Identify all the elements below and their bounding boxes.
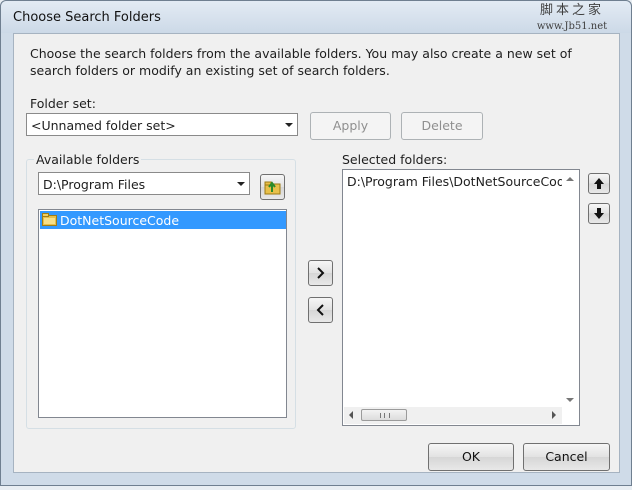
horizontal-scrollbar[interactable] — [344, 407, 562, 424]
available-path-dropdown[interactable]: D:\Program Files — [38, 172, 250, 195]
watermark-line-1: 脚本之家 — [539, 3, 604, 18]
chevron-down-icon — [237, 182, 245, 186]
vertical-scrollbar[interactable] — [562, 171, 578, 408]
folder-set-dropdown[interactable]: <Unnamed folder set> — [26, 113, 298, 136]
available-folders-label: Available folders — [34, 152, 142, 167]
delete-button[interactable]: Delete — [401, 112, 483, 140]
scroll-down-icon[interactable] — [566, 398, 574, 402]
up-one-level-button[interactable] — [260, 174, 285, 200]
ok-button-label: OK — [461, 449, 481, 464]
arrow-up-icon — [594, 178, 604, 189]
selected-folders-list[interactable]: D:\Program Files\DotNetSourceCode — [342, 169, 580, 426]
folder-set-value: <Unnamed folder set> — [31, 118, 176, 133]
remove-folder-button[interactable] — [308, 297, 333, 323]
ok-button[interactable]: OK — [428, 443, 514, 471]
folder-set-label: Folder set: — [30, 96, 96, 111]
scroll-up-icon[interactable] — [566, 177, 574, 181]
dialog-title: Choose Search Folders — [13, 10, 161, 25]
move-down-button[interactable] — [588, 203, 610, 224]
apply-button-label: Apply — [332, 118, 369, 133]
delete-button-label: Delete — [421, 118, 463, 133]
scroll-thumb[interactable] — [361, 409, 407, 421]
chevron-down-icon — [285, 123, 293, 127]
scroll-left-icon[interactable] — [349, 411, 353, 419]
add-folder-button[interactable] — [308, 260, 333, 286]
available-path-value: D:\Program Files — [43, 177, 146, 192]
chevron-right-icon — [317, 267, 325, 279]
dialog-body: Choose the search folders from the avail… — [13, 33, 620, 473]
arrow-down-icon — [594, 208, 604, 219]
folder-icon — [42, 213, 57, 226]
available-folders-list[interactable]: DotNetSourceCode — [38, 209, 287, 418]
chevron-left-icon — [316, 304, 324, 316]
folder-up-icon — [264, 181, 281, 195]
description-text: Choose the search folders from the avail… — [30, 46, 572, 78]
selected-folders-label: Selected folders: — [342, 152, 448, 167]
list-item[interactable]: D:\Program Files\DotNetSourceCode — [347, 174, 572, 189]
cancel-button[interactable]: Cancel — [523, 443, 610, 471]
list-item-label: DotNetSourceCode — [60, 213, 180, 228]
watermark-line-2: www.Jb51.net — [536, 21, 608, 32]
move-up-button[interactable] — [588, 173, 610, 194]
apply-button[interactable]: Apply — [310, 112, 391, 140]
watermark: 脚本之家 www.Jb51.net — [519, 4, 625, 36]
scroll-right-icon[interactable] — [552, 411, 556, 419]
cancel-button-label: Cancel — [545, 449, 588, 464]
title-bar[interactable]: Choose Search Folders 脚本之家 www.Jb51.net — [1, 1, 631, 33]
list-item[interactable]: DotNetSourceCode — [40, 211, 286, 229]
choose-search-folders-dialog: Choose Search Folders 脚本之家 www.Jb51.net … — [0, 0, 632, 486]
